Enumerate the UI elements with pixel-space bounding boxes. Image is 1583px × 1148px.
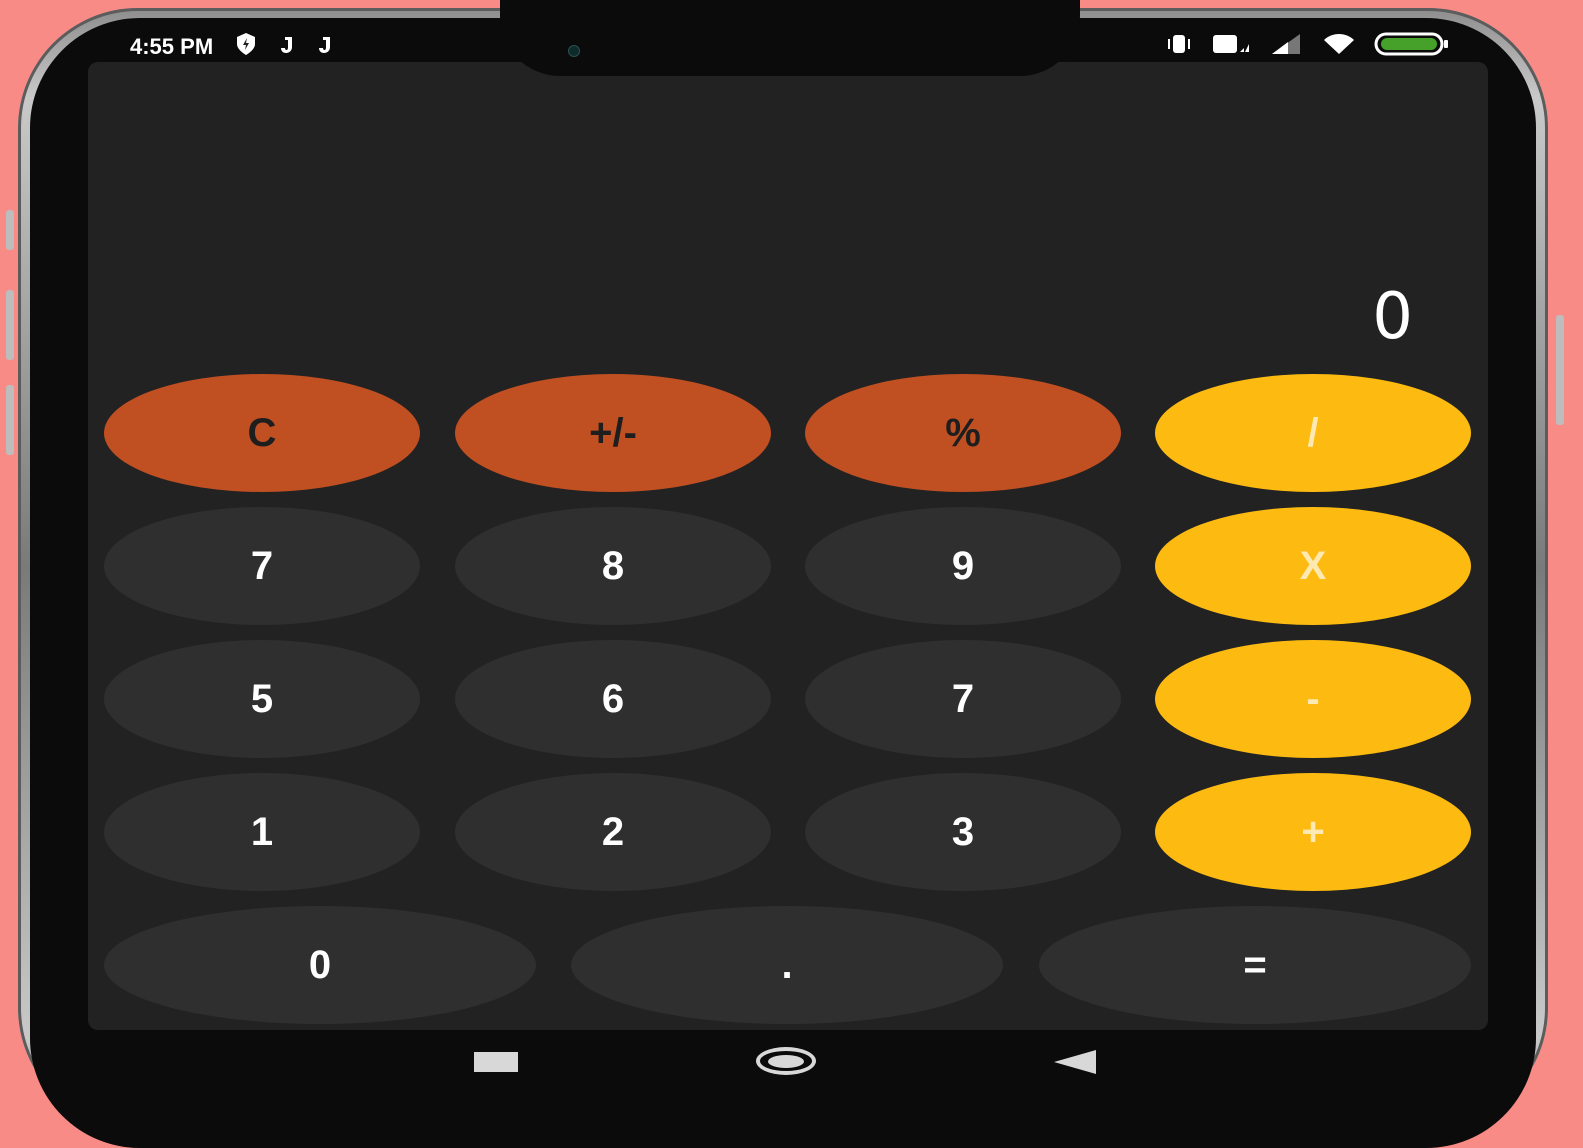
status-bar: 4:55 PM	[130, 30, 1450, 66]
wifi-icon	[1322, 32, 1356, 62]
key-multiply-button[interactable]: X	[1155, 507, 1471, 625]
power-button	[1556, 315, 1564, 425]
volume-button	[6, 210, 14, 250]
recents-icon[interactable]	[474, 1052, 518, 1072]
key-8-button[interactable]: 8	[455, 507, 771, 625]
key-percent-button[interactable]: %	[805, 374, 1121, 492]
key-divide-button[interactable]: /	[1155, 374, 1471, 492]
key-5-button[interactable]: 5	[104, 640, 420, 758]
home-icon[interactable]	[756, 1047, 816, 1075]
navigation-bar	[88, 1032, 1488, 1102]
key-7-button[interactable]: 7	[805, 640, 1121, 758]
key-1-button[interactable]: 1	[104, 773, 420, 891]
shield-icon	[235, 32, 257, 62]
key-minus-button[interactable]: -	[1155, 640, 1471, 758]
key-plus-button[interactable]: +	[1155, 773, 1471, 891]
vibrate-icon	[1164, 32, 1194, 62]
key-equals-button[interactable]: =	[1039, 906, 1471, 1024]
key-plus-minus-button[interactable]: +/-	[455, 374, 771, 492]
key-6-button[interactable]: 6	[455, 640, 771, 758]
volume-button	[6, 290, 14, 360]
key-7-button[interactable]: 7	[104, 507, 420, 625]
status-time: 4:55 PM	[130, 34, 214, 59]
key-3-button[interactable]: 3	[805, 773, 1121, 891]
signal-icon	[1270, 32, 1304, 62]
back-icon[interactable]	[1054, 1050, 1096, 1074]
battery-icon	[1374, 32, 1450, 62]
lte-icon	[1212, 32, 1252, 62]
key-2-button[interactable]: 2	[455, 773, 771, 891]
volume-button	[6, 385, 14, 455]
result-display: 0	[1372, 280, 1413, 354]
j-notification-icon	[317, 33, 333, 61]
key-decimal-button[interactable]: .	[571, 906, 1003, 1024]
key-clear-button[interactable]: C	[104, 374, 420, 492]
key-0-button[interactable]: 0	[104, 906, 536, 1024]
j-notification-icon	[279, 33, 295, 61]
key-9-button[interactable]: 9	[805, 507, 1121, 625]
